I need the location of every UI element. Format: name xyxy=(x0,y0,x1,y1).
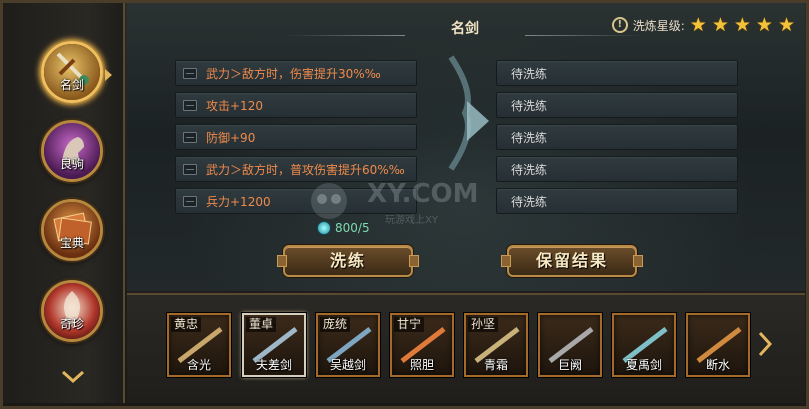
refine-panel: 名剑 ! 洗炼星级: ★ ★ ★ ★ ★ 武力＞敌方时，伤害提升30%‰ 攻击+… xyxy=(127,3,805,291)
refine-arrow-icon xyxy=(448,55,489,171)
weapon-name: 夏禹剑 xyxy=(625,358,662,372)
refine-cost: 800/5 xyxy=(317,221,370,235)
category-label: 良驹 xyxy=(59,157,84,171)
panel-title: 名剑 xyxy=(451,21,479,37)
lock-icon[interactable] xyxy=(183,164,197,175)
current-attr-text: 防御+90 xyxy=(206,131,256,145)
weapon-name: 吴越剑 xyxy=(329,358,366,372)
category-treasure[interactable]: 奇珍 xyxy=(41,280,103,342)
scroll-down-button[interactable] xyxy=(61,369,85,385)
result-attr-row: 待洗练 xyxy=(496,124,738,150)
lock-icon[interactable] xyxy=(183,196,197,207)
weapon-name: 含光 xyxy=(186,358,211,372)
weapon-slot[interactable]: 甘宁 照胆 xyxy=(390,313,454,377)
weapon-slot[interactable]: 黄忠 含光 xyxy=(167,313,231,377)
category-sword[interactable]: 名剑 xyxy=(41,41,103,103)
result-attr-text: 待洗练 xyxy=(511,131,548,145)
chevron-right-icon[interactable] xyxy=(757,331,773,357)
lock-icon[interactable] xyxy=(183,132,197,143)
hero-name: 董卓 xyxy=(246,317,277,332)
result-attr-text: 待洗练 xyxy=(511,67,548,81)
hero-name: 甘宁 xyxy=(394,317,425,332)
result-attr-row: 待洗练 xyxy=(496,60,738,86)
title-divider xyxy=(285,35,405,36)
current-attr-row[interactable]: 武力＞敌方时，伤害提升30%‰ xyxy=(175,60,417,86)
weapon-name: 照胆 xyxy=(409,358,434,372)
category-label: 名剑 xyxy=(59,78,84,92)
result-attr-text: 待洗练 xyxy=(511,163,548,177)
category-label: 宝典 xyxy=(59,236,84,250)
lock-icon[interactable] xyxy=(183,100,197,111)
result-attr-text: 待洗练 xyxy=(511,99,548,113)
star-icon: ★ xyxy=(777,14,795,36)
star-icon: ★ xyxy=(689,14,707,36)
button-ornament xyxy=(409,255,419,267)
refine-star-level: ! 洗炼星级: ★ ★ ★ ★ ★ xyxy=(611,14,795,36)
current-attr-row[interactable]: 防御+90 xyxy=(175,124,417,150)
weapon-slot[interactable]: 夏禹剑 xyxy=(612,313,676,377)
result-attr-text: 待洗练 xyxy=(511,195,548,209)
info-icon[interactable]: ! xyxy=(611,17,628,33)
weapon-name: 断水 xyxy=(705,358,730,372)
button-ornament xyxy=(277,255,287,267)
keep-result-button[interactable]: 保留结果 xyxy=(501,245,643,277)
title-divider xyxy=(525,35,645,36)
category-sidebar: 名剑 良驹 宝典 奇珍 xyxy=(3,3,125,403)
result-attr-row: 待洗练 xyxy=(496,188,738,214)
hero-name: 黄忠 xyxy=(171,317,202,332)
panel-title-bar: 名剑 xyxy=(285,11,645,49)
weapon-name: 青霜 xyxy=(483,358,508,372)
weapon-slot[interactable]: 庞统 吴越剑 xyxy=(316,313,380,377)
star-icon: ★ xyxy=(711,14,729,36)
weapon-name: 巨阙 xyxy=(557,358,582,372)
gem-icon xyxy=(317,221,331,235)
category-label: 奇珍 xyxy=(59,317,84,331)
weapon-slot[interactable]: 董卓 夫差剑 xyxy=(242,313,306,377)
result-attr-row: 待洗练 xyxy=(496,92,738,118)
star-icon: ★ xyxy=(755,14,773,36)
category-book[interactable]: 宝典 xyxy=(41,199,103,261)
refine-button-label: 洗练 xyxy=(329,251,366,270)
hero-name: 孙坚 xyxy=(468,317,499,332)
weapon-strip: 黄忠 含光 董卓 夫差剑 庞统 吴越剑 甘宁 照胆 孙坚 青霜 巨阙 夏禹剑 断… xyxy=(127,293,805,403)
category-horse[interactable]: 良驹 xyxy=(41,120,103,182)
current-attr-text: 武力＞敌方时，伤害提升30%‰ xyxy=(206,67,381,81)
result-attr-row: 待洗练 xyxy=(496,156,738,182)
watermark-subtext: 玩游戏上XY xyxy=(385,215,438,226)
star-level-label: 洗炼星级: xyxy=(632,18,685,33)
button-ornament xyxy=(501,255,511,267)
weapon-slot[interactable]: 断水 xyxy=(686,313,750,377)
cost-text: 800/5 xyxy=(335,221,370,235)
button-ornament xyxy=(633,255,643,267)
star-icon: ★ xyxy=(733,14,751,36)
weapon-slot[interactable]: 孙坚 青霜 xyxy=(464,313,528,377)
current-attr-row[interactable]: 攻击+120 xyxy=(175,92,417,118)
weapon-slot[interactable]: 巨阙 xyxy=(538,313,602,377)
owl-logo-icon xyxy=(311,183,347,219)
current-attr-text: 兵力+1200 xyxy=(206,195,271,209)
refine-button[interactable]: 洗练 xyxy=(277,245,419,277)
hero-name: 庞统 xyxy=(320,317,351,332)
keep-result-button-label: 保留结果 xyxy=(535,251,608,270)
chevron-down-icon xyxy=(61,370,85,384)
current-attr-text: 攻击+120 xyxy=(206,99,263,113)
active-category-arrow xyxy=(105,69,112,81)
watermark-text: XY.COM xyxy=(367,179,479,209)
lock-icon[interactable] xyxy=(183,68,197,79)
weapon-name: 夫差剑 xyxy=(255,358,292,372)
